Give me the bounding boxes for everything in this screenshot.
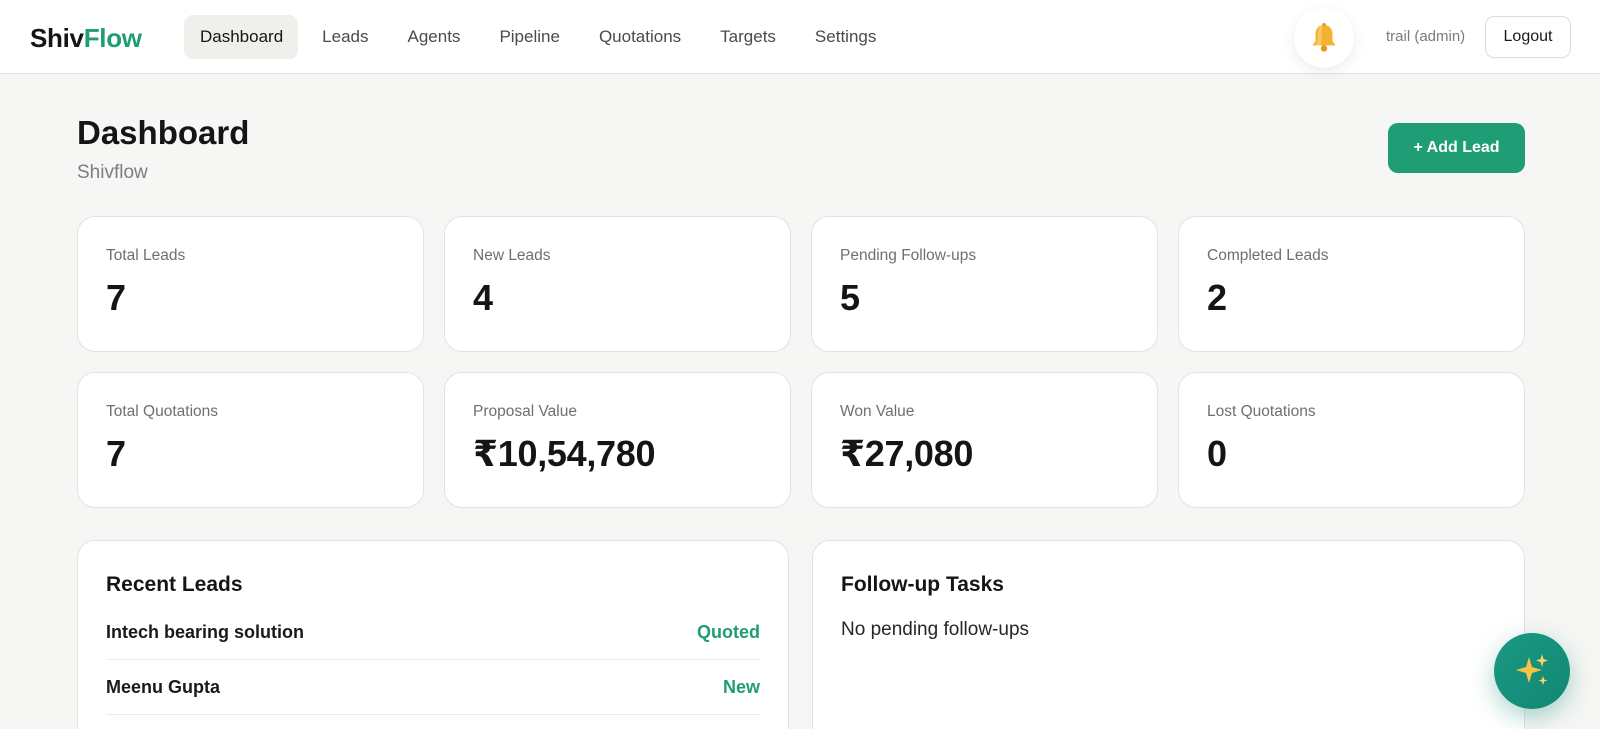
lead-status-badge: Quoted [697, 621, 760, 642]
stat-value: ₹10,54,780 [473, 433, 656, 474]
stat-card-total-leads: Total Leads 7 [77, 216, 424, 352]
list-item[interactable]: Intech bearing solution Quoted [106, 605, 760, 660]
stat-label: Total Quotations [106, 403, 219, 420]
stat-label: Lost Quotations [1207, 403, 1316, 420]
main-nav: Dashboard Leads Agents Pipeline Quotatio… [184, 15, 891, 59]
followup-tasks-title: Follow-up Tasks [841, 573, 1004, 596]
stat-label: Completed Leads [1207, 247, 1329, 264]
lead-status-badge: New [722, 676, 760, 697]
stat-card-total-quotations: Total Quotations 7 [77, 372, 424, 508]
stat-value: 7 [106, 277, 126, 318]
current-user-label: trail (admin) [1386, 28, 1466, 45]
recent-leads-panel: Recent Leads Intech bearing solution Quo… [77, 540, 789, 729]
stat-card-completed-leads: Completed Leads 2 [1178, 216, 1525, 352]
stat-value: 0 [1207, 433, 1227, 474]
stats-grid: Total Leads 7 New Leads 4 Pending Follow… [77, 216, 1525, 508]
recent-leads-title: Recent Leads [106, 573, 243, 596]
sparkles-icon [1516, 654, 1548, 685]
nav-item-quotations[interactable]: Quotations [583, 15, 696, 59]
nav-item-leads[interactable]: Leads [306, 15, 383, 59]
nav-item-targets[interactable]: Targets [704, 15, 791, 59]
brand-logo-part2: Flow [83, 23, 142, 53]
stat-value: 7 [106, 433, 126, 474]
logout-button[interactable]: Logout [1485, 16, 1571, 58]
stat-value: 2 [1207, 277, 1227, 318]
followup-empty-message: No pending follow-ups [841, 619, 1030, 640]
followup-tasks-panel: Follow-up Tasks No pending follow-ups [812, 540, 1525, 729]
nav-item-dashboard[interactable]: Dashboard [184, 15, 299, 59]
assistant-button[interactable] [1494, 633, 1570, 709]
recent-leads-list: Intech bearing solution Quoted Meenu Gup… [106, 605, 760, 715]
stat-label: Pending Follow-ups [840, 247, 977, 264]
list-item[interactable]: Meenu Gupta New [106, 660, 760, 715]
lead-name: Intech bearing solution [106, 621, 305, 642]
stat-label: New Leads [473, 247, 551, 264]
stat-card-new-leads: New Leads 4 [444, 216, 791, 352]
nav-item-agents[interactable]: Agents [392, 15, 476, 59]
page-title: Dashboard [77, 114, 250, 151]
add-lead-button[interactable]: + Add Lead [1388, 123, 1525, 173]
stat-label: Total Leads [106, 247, 186, 264]
brand-logo[interactable]: Shiv Flow [30, 23, 142, 54]
stat-value: 5 [840, 277, 860, 318]
stat-value: 4 [473, 277, 493, 318]
stat-value: ₹27,080 [840, 433, 974, 474]
nav-item-settings[interactable]: Settings [799, 15, 891, 59]
stat-card-won-value: Won Value ₹27,080 [811, 372, 1158, 508]
brand-logo-part1: Shiv [30, 23, 84, 53]
page-subtitle: Shivflow [77, 162, 148, 183]
nav-item-pipeline[interactable]: Pipeline [483, 15, 575, 59]
top-bar: Shiv Flow Dashboard Leads Agents Pipelin… [0, 0, 1600, 74]
stat-label: Won Value [840, 403, 915, 420]
stat-card-lost-quotations: Lost Quotations 0 [1178, 372, 1525, 508]
bell-icon [1312, 23, 1336, 52]
lead-name: Meenu Gupta [106, 676, 221, 697]
stat-card-proposal-value: Proposal Value ₹10,54,780 [444, 372, 791, 508]
stat-label: Proposal Value [473, 403, 577, 420]
notifications-button[interactable] [1294, 8, 1354, 68]
stat-card-pending-followups: Pending Follow-ups 5 [811, 216, 1158, 352]
